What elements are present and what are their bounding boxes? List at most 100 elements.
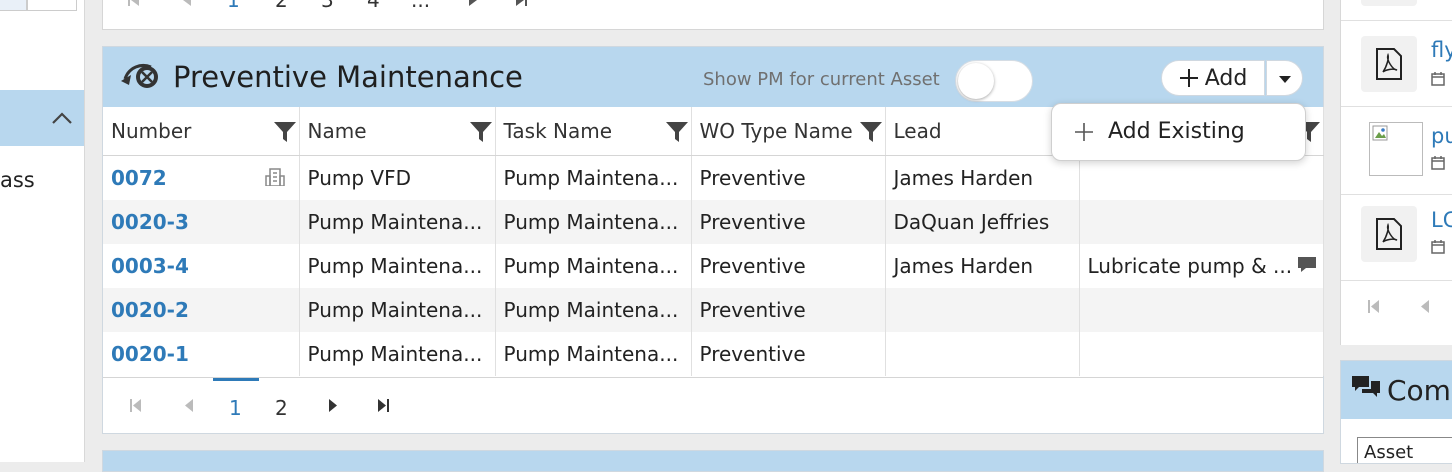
next-page-icon[interactable]: [467, 0, 479, 8]
table-row[interactable]: 0003-4 Pump Maintena... Pump Maintena...…: [103, 244, 1324, 288]
pm-name: Pump Maintena...: [299, 244, 496, 288]
pm-name: Pump Maintena...: [299, 200, 496, 244]
left-sidebar: ass: [0, 0, 85, 462]
table-row[interactable]: 0072 Pump VFD Pump Maintena... Preventiv…: [103, 155, 1324, 200]
pm-task-name: Pump Maintena...: [495, 244, 692, 288]
plus-icon: [1075, 123, 1093, 141]
table-row[interactable]: 0020-1 Pump Maintena... Pump Maintena...…: [103, 332, 1324, 376]
first-page-icon[interactable]: [127, 0, 141, 8]
pm-lead: James Harden: [885, 155, 1080, 200]
prev-page-icon[interactable]: [1419, 300, 1431, 314]
doc-thumb-partial: [1361, 0, 1417, 6]
column-header-label: WO Type Name: [699, 119, 853, 143]
chevron-up-icon[interactable]: [50, 106, 74, 130]
prev-pager-page[interactable]: 3: [321, 0, 334, 12]
filter-icon[interactable]: [273, 121, 296, 143]
divider: [1341, 106, 1452, 107]
add-dropdown-toggle[interactable]: [1266, 60, 1303, 96]
comment-icon[interactable]: [1297, 256, 1317, 274]
pm-lead: James Harden: [885, 244, 1080, 288]
table-row[interactable]: 0020-3 Pump Maintena... Pump Maintena...…: [103, 200, 1324, 244]
calendar-icon: [1431, 156, 1445, 170]
divider: [1341, 280, 1452, 281]
column-header-number[interactable]: Number: [103, 107, 300, 156]
pm-wo-type: Preventive: [691, 244, 886, 288]
left-top-cell: [27, 0, 77, 11]
last-page-icon[interactable]: [515, 0, 529, 8]
pager-page-current[interactable]: 1: [229, 396, 242, 420]
pm-name: Pump Maintena...: [299, 288, 496, 332]
pager-page[interactable]: 2: [275, 396, 288, 420]
prev-pager-page[interactable]: 2: [275, 0, 288, 12]
table-row[interactable]: 0020-2 Pump Maintena... Pump Maintena...…: [103, 288, 1324, 332]
comments-title: Com: [1387, 374, 1451, 407]
column-header-label: Number: [111, 119, 192, 143]
comments-icon: [1352, 376, 1380, 397]
next-page-icon[interactable]: [327, 399, 339, 413]
pm-number[interactable]: 0020-3: [103, 200, 300, 244]
pm-description: [1079, 332, 1324, 376]
add-existing-menu-item[interactable]: Add Existing: [1051, 103, 1306, 161]
previous-panel-pager: 1 2 3 4 ...: [102, 0, 1324, 30]
prev-pager-page[interactable]: 4: [367, 0, 380, 12]
column-header-label: Lead: [893, 119, 942, 143]
divider: [1341, 20, 1452, 21]
pm-task-name: Pump Maintena...: [495, 288, 692, 332]
prev-page-icon[interactable]: [183, 399, 195, 413]
building-icon: [264, 168, 285, 186]
add-button-label: Add: [1204, 65, 1248, 91]
comments-panel: Com Asset nee: [1340, 360, 1452, 464]
filter-icon[interactable]: [469, 121, 492, 143]
pm-number-link[interactable]: 0072: [103, 155, 300, 200]
pm-number[interactable]: 0072: [111, 166, 167, 190]
pm-wo-type: Preventive: [691, 200, 886, 244]
calendar-icon: [1431, 72, 1445, 86]
last-page-icon[interactable]: [377, 399, 391, 413]
column-header-lead[interactable]: Lead: [885, 107, 1080, 156]
divider: [1341, 194, 1452, 195]
pm-task-name: Pump Maintena...: [495, 155, 692, 200]
document-link[interactable]: LC: [1431, 208, 1452, 232]
column-header-task-name[interactable]: Task Name: [495, 107, 692, 156]
prev-page-icon[interactable]: [181, 0, 193, 8]
document-link[interactable]: fly: [1431, 38, 1452, 62]
pm-lead: [885, 288, 1080, 332]
column-header-name[interactable]: Name: [299, 107, 496, 156]
show-pm-toggle[interactable]: [955, 60, 1033, 102]
filter-icon[interactable]: [665, 121, 688, 143]
prev-pager-ellipsis[interactable]: ...: [411, 0, 430, 12]
add-button[interactable]: Add: [1161, 60, 1265, 96]
pdf-icon[interactable]: [1361, 36, 1417, 92]
pdf-icon[interactable]: [1361, 206, 1417, 262]
pm-number[interactable]: 0020-1: [103, 332, 300, 376]
pm-description: Lubricate pump & ...: [1087, 254, 1293, 278]
pm-description: [1079, 288, 1324, 332]
pm-wo-type: Preventive: [691, 155, 886, 200]
broken-image-icon[interactable]: [1369, 122, 1423, 176]
prev-pager-page[interactable]: 1: [227, 0, 240, 12]
pm-description: [1079, 155, 1324, 200]
pm-number[interactable]: 0003-4: [103, 244, 300, 288]
plus-icon: [1179, 69, 1198, 87]
left-top-cell: [0, 0, 27, 11]
first-page-icon[interactable]: [129, 399, 143, 413]
pm-lead: DaQuan Jeffries: [885, 200, 1080, 244]
pm-name: Pump VFD: [299, 155, 496, 200]
caret-down-icon: [1279, 76, 1291, 83]
pm-name: Pump Maintena...: [299, 332, 496, 376]
column-header-label: Name: [307, 119, 367, 143]
column-header-label: Task Name: [503, 119, 613, 143]
calendar-icon: [1431, 240, 1445, 254]
table-pager: 1 2: [103, 377, 1323, 434]
panel-title: Preventive Maintenance: [173, 60, 523, 94]
comment-input[interactable]: Asset nee: [1357, 437, 1452, 463]
active-page-indicator: [213, 378, 259, 381]
document-link[interactable]: pu: [1431, 124, 1452, 148]
pm-description: [1079, 200, 1324, 244]
pm-number[interactable]: 0020-2: [103, 288, 300, 332]
filter-icon[interactable]: [859, 121, 882, 143]
first-page-icon[interactable]: [1367, 300, 1381, 314]
column-header-wo-type[interactable]: WO Type Name: [691, 107, 886, 156]
left-partial-text: ass: [0, 168, 35, 192]
maintenance-gear-icon: [121, 64, 158, 88]
